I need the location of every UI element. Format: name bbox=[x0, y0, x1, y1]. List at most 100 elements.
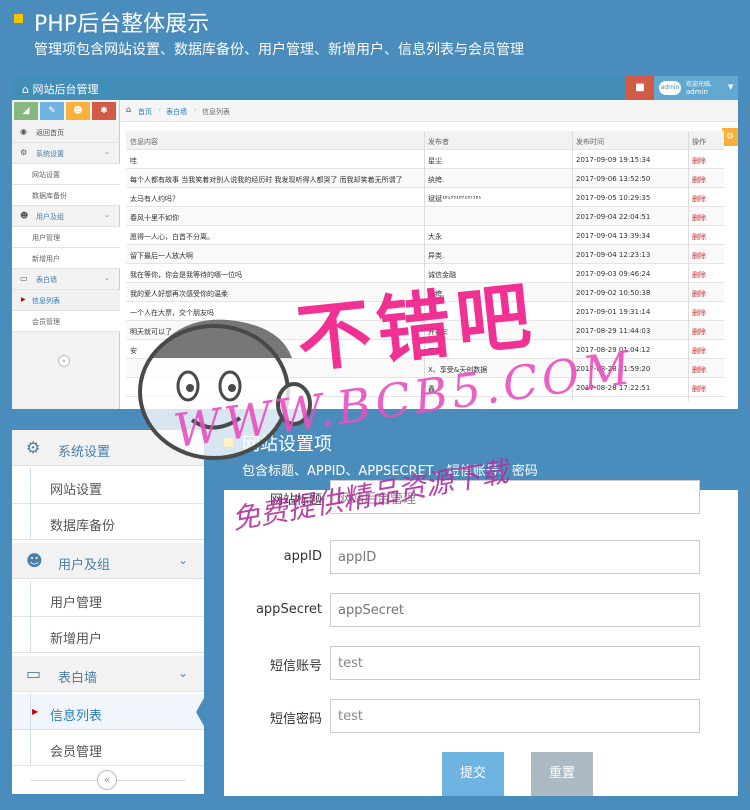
sidebar-item-member-mgmt[interactable]: 会员管理 bbox=[12, 311, 120, 332]
cell-time: 2017-09-06 13:52:50 bbox=[576, 175, 651, 183]
appsecret-input[interactable] bbox=[330, 593, 700, 627]
delete-link[interactable]: 删除 bbox=[692, 327, 722, 337]
table-row: 留下最后一人放大啊 异类. 2017-09-04 12:23:13 删除 bbox=[126, 245, 724, 264]
sidebar-item-info-list[interactable]: ▶ 信息列表 bbox=[12, 694, 204, 730]
gear-icon: ⚙ bbox=[26, 438, 41, 457]
sidebar-item-wall[interactable]: ▭ 表白墙 ⌄ bbox=[12, 269, 120, 290]
delete-link[interactable]: 删除 bbox=[692, 175, 722, 185]
sidebar-item-add-user[interactable]: 新增用户 bbox=[12, 248, 120, 269]
sidebar-item-member-mgmt[interactable]: 会员管理 bbox=[12, 730, 204, 766]
sidebar-item-db-backup[interactable]: 数据库备份 bbox=[12, 185, 120, 206]
delete-link[interactable]: 删除 bbox=[692, 194, 722, 204]
caret-down-icon: ▼ bbox=[728, 83, 734, 91]
sidebar-item-db-backup[interactable]: 数据库备份 bbox=[12, 504, 204, 540]
collapse-sidebar-button[interactable]: « bbox=[97, 770, 117, 790]
delete-link[interactable]: 删除 bbox=[692, 156, 722, 166]
site-title-label: 网站标题 bbox=[269, 493, 322, 508]
breadcrumb-wall[interactable]: 表白墙 bbox=[166, 107, 187, 117]
sidebar-item-user-mgmt[interactable]: 用户管理 bbox=[12, 227, 120, 248]
table-row: 春风十里不如你 2017-09-04 22:04:51 删除 bbox=[126, 207, 724, 226]
avatar: admin bbox=[659, 81, 681, 95]
home-shortcut-button[interactable]: ■ bbox=[626, 76, 654, 100]
cell-content: 我在等你，你会是我等待的哪一位吗 bbox=[130, 271, 242, 279]
sidebar-item-home[interactable]: ◉ 返回首页 bbox=[12, 122, 120, 143]
sidebar-item-site-settings[interactable]: 网站设置 bbox=[12, 164, 120, 185]
sidebar-item-info-list[interactable]: ▶ 信息列表 bbox=[12, 290, 120, 311]
delete-link[interactable]: 删除 bbox=[692, 213, 722, 223]
sms-account-label: 短信账号 bbox=[269, 659, 322, 674]
sms-password-input[interactable] bbox=[330, 699, 700, 733]
caret-right-icon: ▶ bbox=[32, 707, 39, 716]
delete-link[interactable]: 删除 bbox=[692, 308, 722, 318]
breadcrumb-current: 信息列表 bbox=[202, 108, 230, 116]
appid-label: appID bbox=[283, 549, 322, 564]
sidebar-item-label: 数据库备份 bbox=[50, 519, 116, 534]
settings-toggle-button[interactable]: ⚙ bbox=[722, 128, 738, 146]
sidebar-item-label: 信息列表 bbox=[32, 297, 60, 305]
cogs-icon[interactable]: ✱ bbox=[92, 102, 116, 120]
pencil-icon[interactable]: ✎ bbox=[40, 102, 64, 120]
table-row: 太马有人约吗？ 斌斌¹⁸¹³⁵¹⁸⁷¹⁸⁷¹⁸¹ 2017-09-05 10:29:… bbox=[126, 188, 724, 207]
sidebar-item-users-group[interactable]: ☻ 用户及组 ⌄ bbox=[12, 206, 120, 227]
cell-content: 愿得一人心，白首不分离。 bbox=[130, 233, 214, 241]
settings-form: 网站标题 appID appSecret 短信账号 短信密码 提交 重置 bbox=[224, 480, 738, 796]
tree-line bbox=[30, 581, 31, 617]
home-icon: ■ bbox=[635, 82, 645, 93]
gear-icon: ⚙ bbox=[725, 132, 735, 142]
submit-button[interactable]: 提交 bbox=[442, 752, 504, 796]
desktop-icon: ▭ bbox=[20, 274, 28, 283]
cell-publisher: 纨绔. bbox=[428, 176, 445, 184]
form-row-appsecret: appSecret bbox=[224, 593, 738, 629]
sidebar-item-site-settings[interactable]: 网站设置 bbox=[12, 468, 204, 504]
breadcrumb-home[interactable]: 首页 bbox=[138, 107, 152, 117]
chevron-down-icon: ⌄ bbox=[178, 666, 189, 680]
form-row-sms-password: 短信密码 bbox=[224, 699, 738, 735]
table-row: 每个人都有故事 当我笑着对别人说我的经历时 我发现听得人都哭了 而我却笑着无所谓… bbox=[126, 169, 724, 188]
delete-link[interactable]: 删除 bbox=[692, 346, 722, 356]
cell-publisher: 纨绔. bbox=[428, 290, 445, 298]
delete-link[interactable]: 删除 bbox=[692, 232, 722, 242]
header-content: 信息内容 bbox=[130, 138, 158, 146]
chevron-down-icon: ⌄ bbox=[178, 553, 189, 567]
table-header: 信息内容 发布者 发布时间 操作 bbox=[126, 131, 724, 150]
brand[interactable]: ⌂ 网站后台管理 bbox=[22, 81, 98, 97]
cell-publisher: 大永 bbox=[428, 233, 442, 241]
welcome-text: 欢迎光临, bbox=[686, 81, 712, 88]
sidebar-item-wall[interactable]: ▭ 表白墙 ⌄ bbox=[12, 656, 204, 692]
appid-input[interactable] bbox=[330, 540, 700, 574]
yellow-square-icon bbox=[224, 438, 233, 447]
header-publisher: 发布者 bbox=[428, 138, 449, 146]
sidebar-item-user-mgmt[interactable]: 用户管理 bbox=[12, 581, 204, 617]
reset-button[interactable]: 重置 bbox=[531, 752, 593, 796]
header-time: 发布时间 bbox=[576, 138, 604, 146]
sidebar-item-label: 新增用户 bbox=[50, 632, 103, 647]
yellow-square-icon bbox=[14, 14, 23, 23]
sms-password-label: 短信密码 bbox=[269, 712, 322, 727]
sidebar-item-system[interactable]: ⚙ 系统设置 ⌄ bbox=[12, 143, 120, 164]
delete-link[interactable]: 删除 bbox=[692, 270, 722, 280]
user-menu[interactable]: admin 欢迎光临, admin ▼ bbox=[654, 76, 738, 100]
breadcrumb: ⌂ 首页 › 表白墙 › 信息列表 bbox=[120, 100, 738, 122]
signal-icon[interactable]: ◢ bbox=[14, 102, 38, 120]
delete-link[interactable]: 删除 bbox=[692, 365, 722, 375]
collapse-sidebar-button[interactable]: « bbox=[58, 355, 70, 367]
sidebar-item-add-user[interactable]: 新增用户 bbox=[12, 617, 204, 653]
sidebar-item-users-group[interactable]: ☻ 用户及组 ⌄ bbox=[12, 543, 204, 579]
delete-link[interactable]: 删除 bbox=[692, 251, 722, 261]
users-icon[interactable]: ☻ bbox=[66, 102, 90, 120]
sidebar-item-system[interactable]: ⚙ 系统设置 ⌄ bbox=[12, 430, 204, 466]
sidebar-item-label: 新增用户 bbox=[32, 255, 60, 263]
cell-content: 留下最后一人放大啊 bbox=[130, 252, 193, 260]
admin-screenshot-panel: ⌂ 网站后台管理 ■ admin 欢迎光临, admin ▼ ◢ ✎ ☻ ✱ ◉… bbox=[12, 76, 738, 409]
cell-time: 2017-09-05 10:29:35 bbox=[576, 194, 651, 202]
cell-publisher: 开花ミ bbox=[428, 328, 449, 336]
delete-link[interactable]: 删除 bbox=[692, 384, 722, 394]
sms-account-input[interactable] bbox=[330, 646, 700, 680]
sidebar-item-label: 信息列表 bbox=[50, 709, 103, 724]
info-table: 信息内容 发布者 发布时间 操作 哇 星尘 2017-09-09 19:15:34 删… bbox=[126, 131, 724, 401]
delete-link[interactable]: 删除 bbox=[692, 289, 722, 299]
appsecret-label: appSecret bbox=[255, 602, 322, 617]
sidebar-item-label: 网站设置 bbox=[50, 483, 103, 498]
site-title-input[interactable] bbox=[330, 480, 700, 514]
tree-line bbox=[30, 617, 31, 653]
